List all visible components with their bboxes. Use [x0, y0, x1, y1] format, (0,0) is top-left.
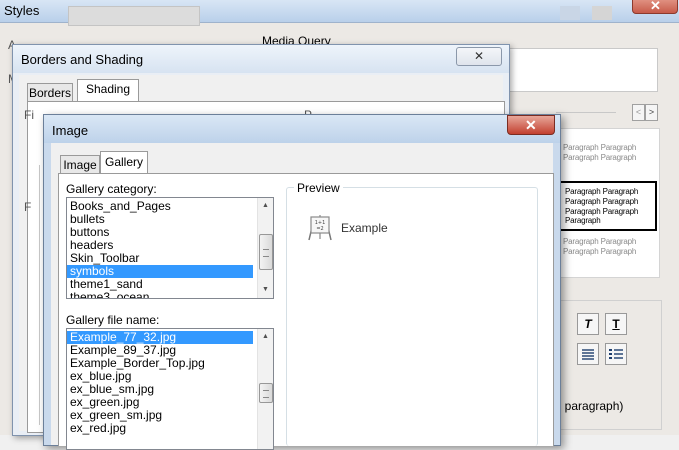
gallery-category-list[interactable]: Books_and_Pages bullets buttons headers …	[66, 197, 274, 299]
bs-close-button[interactable]: ✕	[456, 47, 502, 66]
toolbar-icon-blurred	[560, 6, 580, 20]
align-justify-button[interactable]	[577, 343, 599, 365]
tab-gallery[interactable]: Gallery	[100, 151, 148, 175]
underline-button[interactable]: T	[605, 313, 627, 335]
styles-close-button[interactable]: ✕	[632, 0, 678, 14]
preview-text: Paragraph Paragraph	[563, 237, 637, 246]
close-icon: ✕	[650, 0, 661, 13]
scroll-thumb[interactable]	[259, 234, 273, 270]
preview-text: Paragraph Paragraph	[563, 143, 637, 152]
image-titlebar	[44, 115, 560, 143]
preview-prev-button[interactable]: <	[632, 104, 645, 121]
styles-window-title: Styles	[4, 3, 40, 18]
image-dialog: Image ✕ Image Gallery Gallery category: …	[43, 114, 561, 450]
tab-shading[interactable]: Shading	[77, 79, 139, 103]
divider	[556, 112, 616, 113]
preview-text: Paragraph Paragraph	[565, 187, 639, 196]
bullet-list-icon	[609, 349, 623, 359]
image-dialog-title: Image	[52, 123, 89, 138]
bs-dialog-title: Borders and Shading	[21, 52, 144, 67]
preview-item-name: Example	[341, 221, 388, 235]
scroll-down-icon[interactable]: ▼	[259, 283, 272, 297]
list-item[interactable]: ex_red.jpg	[70, 422, 250, 435]
preview-text: Paragraph	[565, 216, 601, 225]
align-justify-icon	[582, 349, 594, 360]
scroll-up-icon[interactable]: ▲	[259, 199, 272, 213]
italic-button[interactable]: T	[577, 313, 599, 335]
preview-text: Paragraph Paragraph	[563, 153, 637, 162]
bs-label: Fi	[24, 108, 34, 122]
gallery-file-list[interactable]: Example_77_32.jpg Example_89_37.jpg Exam…	[66, 328, 274, 450]
bs-label: F	[24, 200, 32, 214]
style-preview: Paragraph Paragraph Paragraph Paragraph …	[556, 128, 660, 278]
gallery-category-label: Gallery category:	[66, 182, 157, 196]
divider	[39, 165, 40, 425]
scroll-thumb[interactable]	[259, 383, 273, 403]
image-close-button[interactable]: ✕	[507, 115, 555, 135]
toolbar-icon-blurred	[592, 6, 612, 20]
gallery-file-label: Gallery file name:	[66, 313, 160, 327]
preview-text: Paragraph Paragraph	[565, 197, 639, 206]
preview-label: Preview	[294, 181, 343, 195]
file-scrollbar[interactable]: ▲	[257, 329, 273, 449]
close-icon: ✕	[525, 117, 537, 133]
scroll-up-icon[interactable]: ▲	[259, 330, 272, 344]
list-item[interactable]: theme3_ocean	[70, 291, 250, 299]
preview-paragraph-box: Paragraph Paragraph Paragraph Paragraph …	[559, 181, 657, 231]
close-icon: ✕	[473, 49, 485, 63]
svg-text:=2: =2	[316, 226, 323, 232]
tab-borders[interactable]: Borders	[27, 83, 73, 102]
tab-image[interactable]: Image	[60, 155, 100, 174]
styles-toolbar-blurred	[68, 6, 200, 26]
bullet-list-button[interactable]	[605, 343, 627, 365]
preview-text: Paragraph Paragraph	[563, 247, 637, 256]
category-scrollbar[interactable]: ▲ ▼	[257, 198, 273, 298]
preview-next-button[interactable]: >	[645, 104, 658, 121]
easel-image-icon: 1+1 =2	[308, 215, 332, 241]
preview-text: Paragraph Paragraph	[565, 207, 639, 216]
